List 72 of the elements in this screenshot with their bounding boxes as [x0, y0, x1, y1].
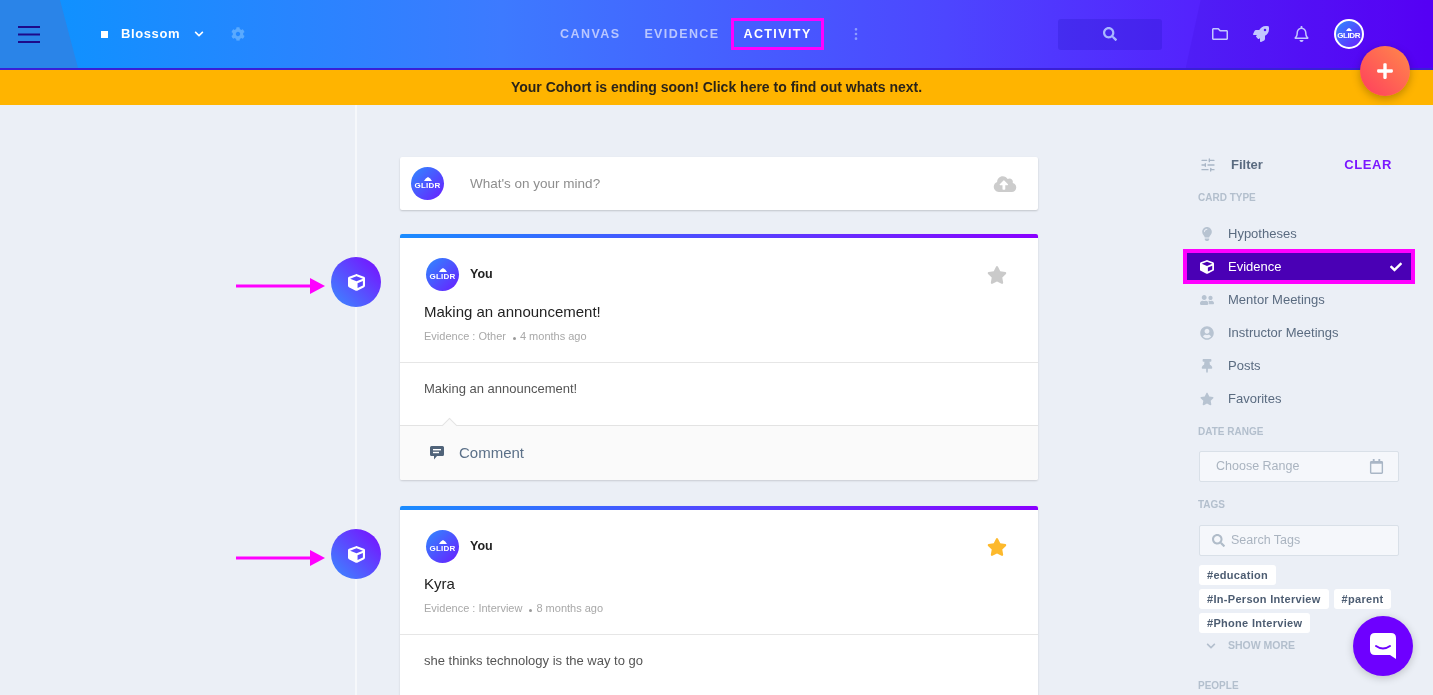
- avatar-label: GLIDR: [429, 545, 456, 553]
- date-range-input[interactable]: Choose Range: [1216, 457, 1369, 476]
- folder-icon[interactable]: [1211, 26, 1228, 42]
- filter-title: Filter: [1231, 156, 1263, 175]
- post-body: Making an announcement!: [424, 380, 578, 398]
- chevron-down-icon: [194, 29, 205, 39]
- pin-icon: [1200, 358, 1214, 373]
- star-icon: [987, 536, 1007, 557]
- filter-item[interactable]: Instructor Meetings: [1183, 315, 1415, 350]
- logo-mark-icon: [1345, 28, 1352, 31]
- post-category: Evidence : Interview: [424, 601, 523, 615]
- section-label: DATE RANGE: [1198, 425, 1264, 439]
- nav-tab[interactable]: ACTIVITY: [731, 18, 824, 50]
- date-range-field[interactable]: Choose Range: [1199, 451, 1399, 482]
- post-time: 8 months ago: [536, 601, 604, 615]
- search-button[interactable]: [1057, 18, 1162, 50]
- star-icon: [987, 264, 1007, 285]
- avatar-label: GLIDR: [1337, 32, 1361, 40]
- chat-button[interactable]: [1353, 616, 1413, 676]
- logo-mark-icon: [423, 177, 432, 181]
- lightbulb-icon: [1200, 226, 1214, 241]
- tag-search-field[interactable]: Search Tags: [1199, 525, 1399, 556]
- plus-icon: [1376, 62, 1394, 80]
- notifications-icon[interactable]: [1293, 26, 1309, 42]
- rocket-icon[interactable]: [1252, 26, 1269, 42]
- composer-field[interactable]: GLIDR What's on your mind?: [400, 157, 1038, 210]
- author-name: You: [470, 266, 493, 284]
- chevron-down-icon: [1206, 641, 1216, 651]
- post-title: Kyra: [424, 574, 455, 594]
- filter-item[interactable]: Evidence: [1183, 249, 1415, 284]
- nav-tab[interactable]: EVIDENCE: [632, 18, 732, 50]
- comment-icon: [430, 446, 444, 460]
- comment-button[interactable]: Comment: [430, 441, 525, 465]
- menu-icon: [18, 25, 40, 43]
- chat-icon: [1370, 633, 1396, 659]
- filter-icon: [1200, 157, 1216, 173]
- person-icon: [1200, 325, 1214, 340]
- post-category: Evidence : Other: [424, 329, 506, 343]
- avatar-label: GLIDR: [414, 182, 441, 190]
- search-icon: [1212, 534, 1225, 547]
- filter-item[interactable]: Hypotheses: [1183, 216, 1415, 251]
- avatar-label: GLIDR: [429, 273, 456, 281]
- filter-item[interactable]: Mentor Meetings: [1183, 282, 1415, 317]
- search-icon: [1102, 27, 1117, 41]
- filter-item[interactable]: Favorites: [1183, 381, 1415, 416]
- section-label: TAGS: [1198, 498, 1226, 512]
- calendar-icon: [1369, 459, 1384, 474]
- post-time: 4 months ago: [519, 329, 587, 343]
- logo-mark-icon: [438, 268, 447, 272]
- tag-chip[interactable]: #In-Person Interview: [1199, 589, 1329, 609]
- tag-chip[interactable]: #parent: [1333, 589, 1392, 609]
- tag-chip[interactable]: #education: [1199, 565, 1277, 585]
- post-body: she thinks technology is the way to go: [424, 652, 643, 670]
- section-label: CARD TYPE: [1198, 191, 1256, 205]
- cohort-banner[interactable]: Your Cohort is ending soon! Click here to find out whats next.: [0, 70, 1433, 105]
- tag-search-input[interactable]: Search Tags: [1231, 531, 1388, 550]
- project-selector[interactable]: Blossom: [101, 24, 205, 44]
- people-icon: [1200, 292, 1214, 307]
- menu-button[interactable]: [0, 0, 78, 68]
- check-icon: [1390, 260, 1402, 273]
- cube-icon: [1200, 259, 1214, 274]
- post-title: Making an announcement!: [424, 302, 601, 322]
- tag-chip[interactable]: #Phone Interview: [1199, 613, 1311, 633]
- filter-item[interactable]: Posts: [1183, 348, 1415, 383]
- author-name: You: [470, 538, 493, 556]
- star-icon: [1200, 391, 1214, 406]
- project-square-icon: [101, 30, 108, 38]
- profile-avatar[interactable]: GLIDR: [1333, 19, 1364, 49]
- clear-button[interactable]: CLEAR: [1344, 155, 1392, 175]
- section-label: PEOPLE: [1198, 679, 1239, 693]
- logo-mark-icon: [438, 540, 447, 544]
- post-input[interactable]: What's on your mind?: [470, 168, 993, 199]
